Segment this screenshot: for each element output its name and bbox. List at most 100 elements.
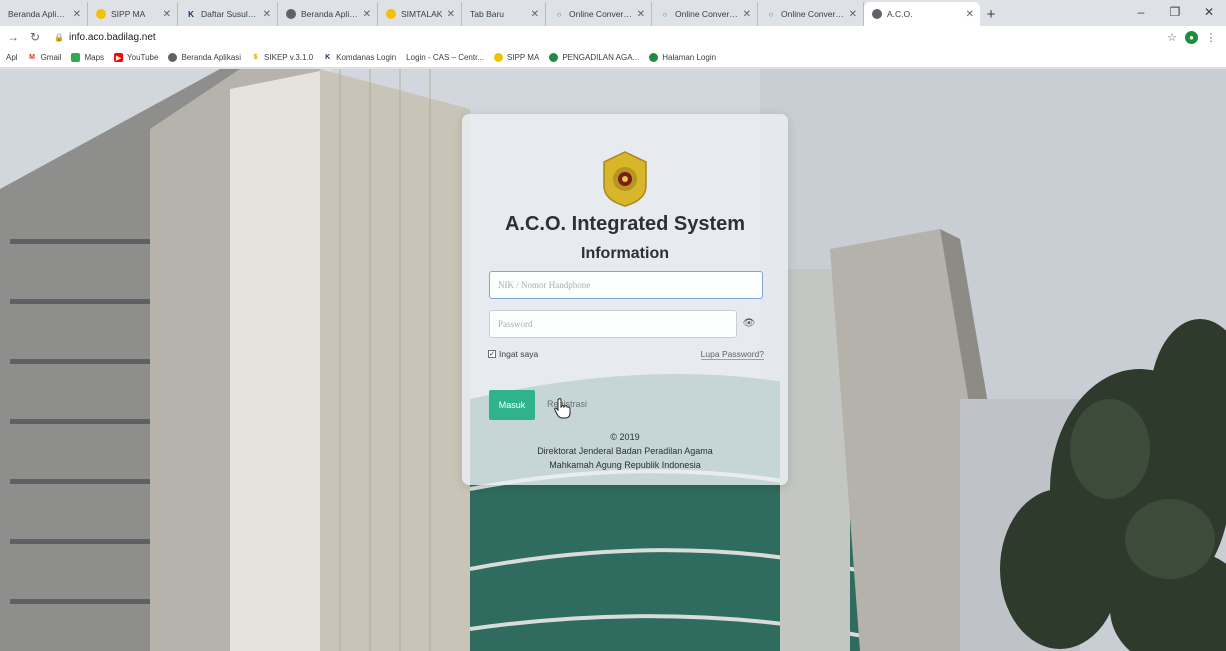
restore-icon[interactable]: ❐ xyxy=(1158,0,1192,24)
bookmark-label: Apl xyxy=(6,53,18,62)
sipp-icon xyxy=(96,9,106,19)
password-input[interactable] xyxy=(489,310,737,338)
tab-label: SIMTALAK xyxy=(401,9,443,19)
sipp-icon xyxy=(494,53,503,62)
extension-icon[interactable]: ● xyxy=(1185,30,1198,44)
forward-icon[interactable]: → xyxy=(4,28,22,46)
bookmark-item[interactable]: Maps xyxy=(71,53,104,62)
youtube-icon: ▶ xyxy=(114,53,124,62)
bookmark-item[interactable]: K Komdanas Login xyxy=(323,53,396,62)
close-tab-icon[interactable]: ✕ xyxy=(363,9,371,20)
address-bar: → ↻ 🔒 info.aco.badilag.net ☆ ● ⋮ xyxy=(0,26,1226,48)
menu-dots-icon[interactable]: ⋮ xyxy=(1202,28,1220,46)
close-tab-icon[interactable]: ✕ xyxy=(637,9,645,20)
browser-tab-bar: Beranda Aplikasi ✕ SIPP MA ✕ K Daftar Susulan… xyxy=(0,0,1226,26)
forgot-password-link[interactable]: Lupa Password? xyxy=(700,349,764,360)
browser-tab[interactable]: Beranda Aplikasi ✕ xyxy=(0,2,88,26)
bookmark-label: SIKEP v.3.1.0 xyxy=(264,53,314,62)
bookmark-item[interactable]: ▶ YouTube xyxy=(114,53,158,62)
tab-strip: Beranda Aplikasi ✕ SIPP MA ✕ K Daftar Susulan… xyxy=(0,2,980,26)
window-controls: – ❐ ✕ xyxy=(1124,0,1226,24)
tab-label: Tab Baru xyxy=(470,9,505,19)
globe-icon xyxy=(872,9,882,19)
minimize-icon[interactable]: – xyxy=(1124,0,1158,24)
maps-icon xyxy=(71,53,81,62)
globe-icon xyxy=(168,53,178,62)
tab-label: Beranda Aplikasi xyxy=(301,9,359,19)
nik-phone-input[interactable] xyxy=(489,271,763,299)
hand-cursor-icon xyxy=(554,398,571,419)
star-icon[interactable]: ☆ xyxy=(1163,28,1181,46)
close-tab-icon[interactable]: ✕ xyxy=(531,9,539,20)
converter-icon: ○ xyxy=(556,9,562,19)
close-tab-icon[interactable]: ✕ xyxy=(849,9,857,20)
green-icon xyxy=(649,53,659,62)
browser-tab[interactable]: SIMTALAK ✕ xyxy=(378,2,462,26)
tab-label: Beranda Aplikasi xyxy=(8,9,69,19)
bookmark-item[interactable]: M Gmail xyxy=(28,53,62,62)
footer-copyright: © 2019 xyxy=(610,432,640,442)
bookmark-item[interactable]: Apl xyxy=(6,53,18,62)
close-tab-icon[interactable]: ✕ xyxy=(743,9,751,20)
bookmark-item[interactable]: PENGADILAN AGA... xyxy=(549,53,639,62)
tab-label: Online Converter - xyxy=(569,9,633,19)
bookmark-label: SIPP MA xyxy=(507,53,540,62)
gmail-icon: M xyxy=(29,54,35,61)
reload-icon[interactable]: ↻ xyxy=(26,28,44,46)
toolbar-actions: ☆ ● ⋮ xyxy=(1159,28,1220,46)
close-window-icon[interactable]: ✕ xyxy=(1192,0,1226,24)
bookmark-item[interactable]: Login - CAS – Centr... xyxy=(406,53,484,62)
close-tab-icon[interactable]: ✕ xyxy=(966,9,974,20)
close-tab-icon[interactable]: ✕ xyxy=(163,9,171,20)
page-title: A.C.O. Integrated System xyxy=(504,213,746,235)
browser-tab[interactable]: ○ Online Converter - ✕ xyxy=(652,2,758,26)
tab-label: Online Converter - xyxy=(675,9,739,19)
sipp-icon xyxy=(386,9,396,19)
bookmark-item[interactable]: SIPP MA xyxy=(494,53,539,62)
bookmark-label: Login - CAS – Centr... xyxy=(406,53,484,62)
converter-icon: ○ xyxy=(662,9,668,19)
login-button[interactable]: Masuk xyxy=(489,390,535,420)
bookmarks-bar: Apl M Gmail Maps ▶ YouTube Beranda Aplikasi $ SI… xyxy=(0,48,1226,68)
sikep-icon: $ xyxy=(253,54,258,61)
green-icon xyxy=(549,53,559,62)
bookmark-label: YouTube xyxy=(127,53,159,62)
footer-line-2: Mahkamah Agung Republik Indonesia xyxy=(549,460,701,470)
browser-tab[interactable]: A.C.O. ✕ xyxy=(864,2,980,26)
close-tab-icon[interactable]: ✕ xyxy=(263,9,271,20)
remember-me[interactable]: ✓ Ingat saya xyxy=(488,349,538,359)
k-icon: K xyxy=(325,54,331,61)
globe-icon xyxy=(286,9,296,19)
eye-icon[interactable]: 👁 xyxy=(742,316,756,330)
lock-icon: 🔒 xyxy=(54,32,64,42)
tab-label: SIPP MA xyxy=(111,9,146,19)
browser-tab[interactable]: Beranda Aplikasi ✕ xyxy=(278,2,378,26)
mahkamah-agung-logo-icon xyxy=(603,151,647,207)
browser-tab[interactable]: K Daftar Susulan/Keı ✕ xyxy=(178,2,278,26)
footer-line-1: Direktorat Jenderal Badan Peradilan Agam… xyxy=(537,446,713,456)
bookmark-label: Komdanas Login xyxy=(336,53,397,62)
bookmark-item[interactable]: Halaman Login xyxy=(649,53,716,62)
bookmark-label: Gmail xyxy=(40,53,62,62)
bookmark-label: Maps xyxy=(84,53,105,62)
browser-tab[interactable]: Tab Baru ✕ xyxy=(462,2,546,26)
remember-checkbox[interactable]: ✓ xyxy=(488,350,496,358)
bookmark-item[interactable]: Beranda Aplikasi xyxy=(168,53,241,62)
close-tab-icon[interactable]: ✕ xyxy=(447,9,455,20)
bookmark-label: Halaman Login xyxy=(662,53,717,62)
browser-tab[interactable]: SIPP MA ✕ xyxy=(88,2,178,26)
bookmark-label: PENGADILAN AGA... xyxy=(562,53,640,62)
converter-icon: ○ xyxy=(768,9,774,19)
k-icon: K xyxy=(188,9,194,19)
remember-label: Ingat saya xyxy=(499,349,539,359)
bookmark-label: Beranda Aplikasi xyxy=(181,53,242,62)
browser-tab[interactable]: ○ Online Converter - ✕ xyxy=(546,2,652,26)
close-tab-icon[interactable]: ✕ xyxy=(73,9,81,20)
browser-tab[interactable]: ○ Online Converter - ✕ xyxy=(758,2,864,26)
bookmark-item[interactable]: $ SIKEP v.3.1.0 xyxy=(251,53,314,62)
new-tab-button[interactable]: + xyxy=(980,2,1002,26)
page-viewport: A.C.O. Integrated System Information 👁 ✓… xyxy=(0,69,1226,651)
tab-label: Online Converter - xyxy=(781,9,845,19)
page-subtitle: Information xyxy=(581,245,669,262)
url-field[interactable]: 🔒 info.aco.badilag.net xyxy=(50,28,1153,46)
